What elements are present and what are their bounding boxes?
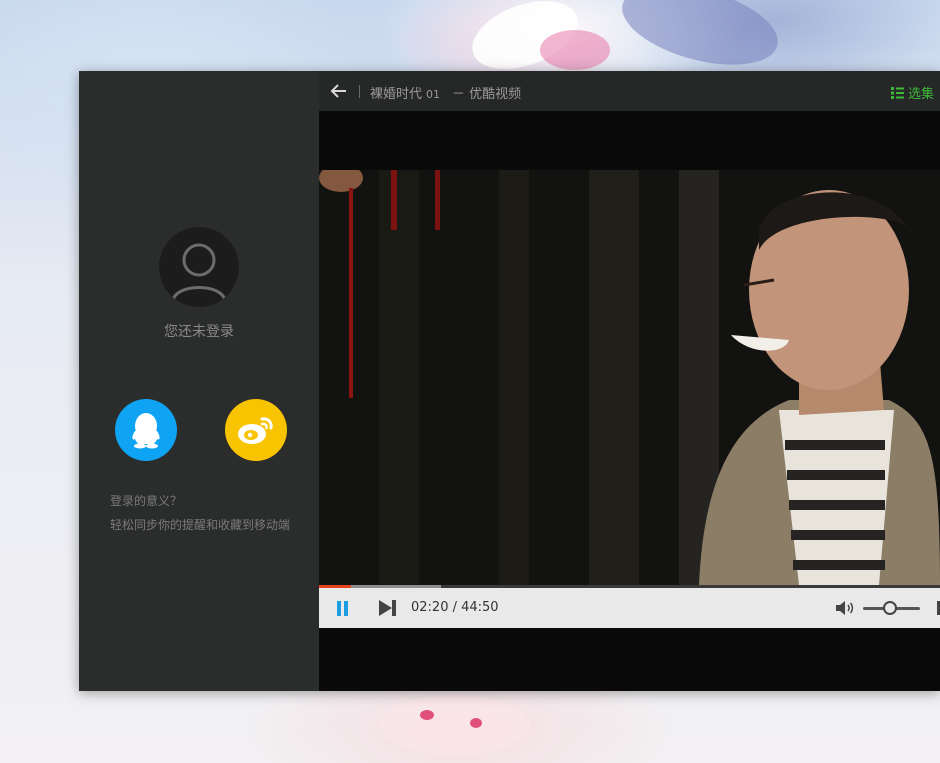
next-episode-button[interactable] (377, 598, 399, 618)
control-bar: 02:20 / 44:50 (319, 588, 940, 628)
login-benefit-answer: 轻松同步你的提醒和收藏到移动端 (110, 518, 291, 532)
episodes-button[interactable]: 选集 (891, 83, 934, 102)
volume-button[interactable] (834, 599, 856, 617)
player-main: 裸婚时代 01 － 优酷视频 选集 02:20 / 44:50 (319, 71, 940, 691)
skip-next-icon (379, 600, 396, 616)
list-icon (891, 87, 904, 99)
back-arrow-icon (330, 84, 346, 98)
background-petal (420, 710, 434, 720)
weibo-login-button[interactable] (225, 399, 287, 461)
title-bar: 裸婚时代 01 － 优酷视频 选集 (319, 71, 940, 111)
title-separator (359, 85, 360, 98)
weibo-icon (238, 417, 273, 444)
user-icon (171, 243, 227, 302)
background-petal (613, 0, 787, 80)
login-benefit-question: 登录的意义？ (110, 494, 183, 508)
episodes-label: 选集 (908, 87, 935, 102)
qq-login-button[interactable] (115, 399, 177, 461)
site-name: － 优酷视频 (452, 87, 522, 102)
video-title: 裸婚时代 01 － 优酷视频 (370, 83, 521, 102)
login-status: 您还未登录 (164, 324, 234, 340)
show-title: 裸婚时代 (370, 87, 423, 102)
volume-knob[interactable] (882, 601, 897, 615)
background-petal (540, 30, 610, 70)
background-petal (380, 695, 530, 755)
player-window: 您还未登录 登录的意义？ 轻松同步你的提醒和收藏到移动端 裸婚时代 01 － 优… (79, 71, 940, 691)
pause-icon (337, 601, 348, 616)
background-petal (470, 718, 482, 728)
time-display: 02:20 / 44:50 (411, 600, 499, 615)
pause-button[interactable] (333, 598, 353, 618)
qq-icon (132, 413, 160, 449)
avatar[interactable] (159, 227, 239, 307)
login-sidebar: 您还未登录 登录的意义？ 轻松同步你的提醒和收藏到移动端 (79, 71, 319, 691)
video-image (319, 170, 940, 585)
episode-number: 01 (426, 88, 441, 101)
back-button[interactable] (329, 81, 349, 101)
video-frame[interactable] (319, 170, 940, 585)
speaker-icon (836, 601, 854, 615)
